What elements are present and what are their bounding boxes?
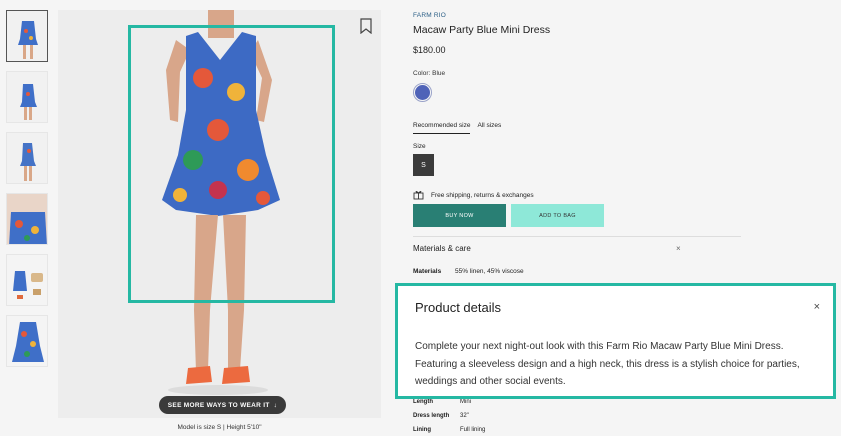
add-to-bag-button[interactable]: ADD TO BAG	[511, 204, 604, 227]
tab-all-sizes[interactable]: All sizes	[477, 122, 501, 134]
shipping-info: Free shipping, returns & exchanges	[413, 190, 534, 200]
product-details-panel: Product details × Complete your next nig…	[395, 283, 836, 399]
size-option-s[interactable]: S	[413, 154, 434, 176]
thumbnail-flatlay[interactable]	[6, 254, 48, 306]
spec-key: Length	[413, 399, 433, 405]
tab-recommended-size[interactable]: Recommended size	[413, 122, 471, 134]
color-label: Color: Blue	[413, 70, 446, 77]
see-more-label: SEE MORE WAYS TO WEAR IT	[167, 401, 270, 409]
see-more-ways-button[interactable]: SEE MORE WAYS TO WEAR IT ↓	[159, 396, 286, 414]
product-price: $180.00	[413, 45, 446, 55]
spec-row-lining: Lining Full lining	[413, 427, 485, 433]
materials-care-heading[interactable]: Materials & care	[413, 244, 471, 253]
buy-now-button[interactable]: BUY NOW	[413, 204, 506, 227]
materials-value: 55% linen, 45% viscose	[455, 268, 524, 275]
arrow-down-icon: ↓	[273, 401, 278, 409]
thumbnail-product[interactable]	[6, 315, 48, 367]
product-details-text: Complete your next night-out look with t…	[415, 341, 800, 387]
thumbnail-back[interactable]	[6, 132, 48, 184]
materials-key: Materials	[413, 268, 442, 275]
shipping-text: Free shipping, returns & exchanges	[431, 191, 534, 199]
color-swatch-blue[interactable]	[413, 83, 432, 102]
materials-close-icon[interactable]: ×	[676, 244, 681, 253]
spec-row-dress-length: Dress length 32"	[413, 413, 469, 419]
size-tabs: Recommended size All sizes	[413, 122, 501, 134]
materials-row: Materials 55% linen, 45% viscose	[413, 268, 524, 275]
spec-value: Mini	[460, 399, 472, 405]
spec-row-length: Length Mini	[413, 399, 471, 405]
brand-link[interactable]: FARM RIO	[413, 12, 446, 19]
gift-box-icon	[413, 191, 424, 200]
swatch-fill	[415, 85, 430, 100]
main-image-highlight	[128, 25, 335, 303]
product-title: Macaw Party Blue Mini Dress	[413, 24, 551, 36]
thumbnail-detail[interactable]	[6, 193, 48, 245]
spec-key: Lining	[413, 427, 431, 433]
spec-value: 32"	[460, 413, 469, 419]
thumbnail-side[interactable]	[6, 71, 48, 123]
size-label: Size	[413, 143, 426, 150]
divider	[413, 236, 741, 237]
spec-value: Full lining	[460, 427, 486, 433]
model-info: Model is size S | Height 5'10"	[177, 424, 262, 431]
product-details-heading: Product details	[415, 300, 501, 315]
thumbnail-list	[6, 10, 50, 376]
product-page: SEE MORE WAYS TO WEAR IT ↓ Model is size…	[0, 0, 841, 436]
spec-key: Dress length	[413, 413, 450, 419]
thumbnail-front[interactable]	[6, 10, 48, 62]
bookmark-icon[interactable]	[359, 18, 373, 34]
close-icon[interactable]: ×	[814, 301, 820, 313]
